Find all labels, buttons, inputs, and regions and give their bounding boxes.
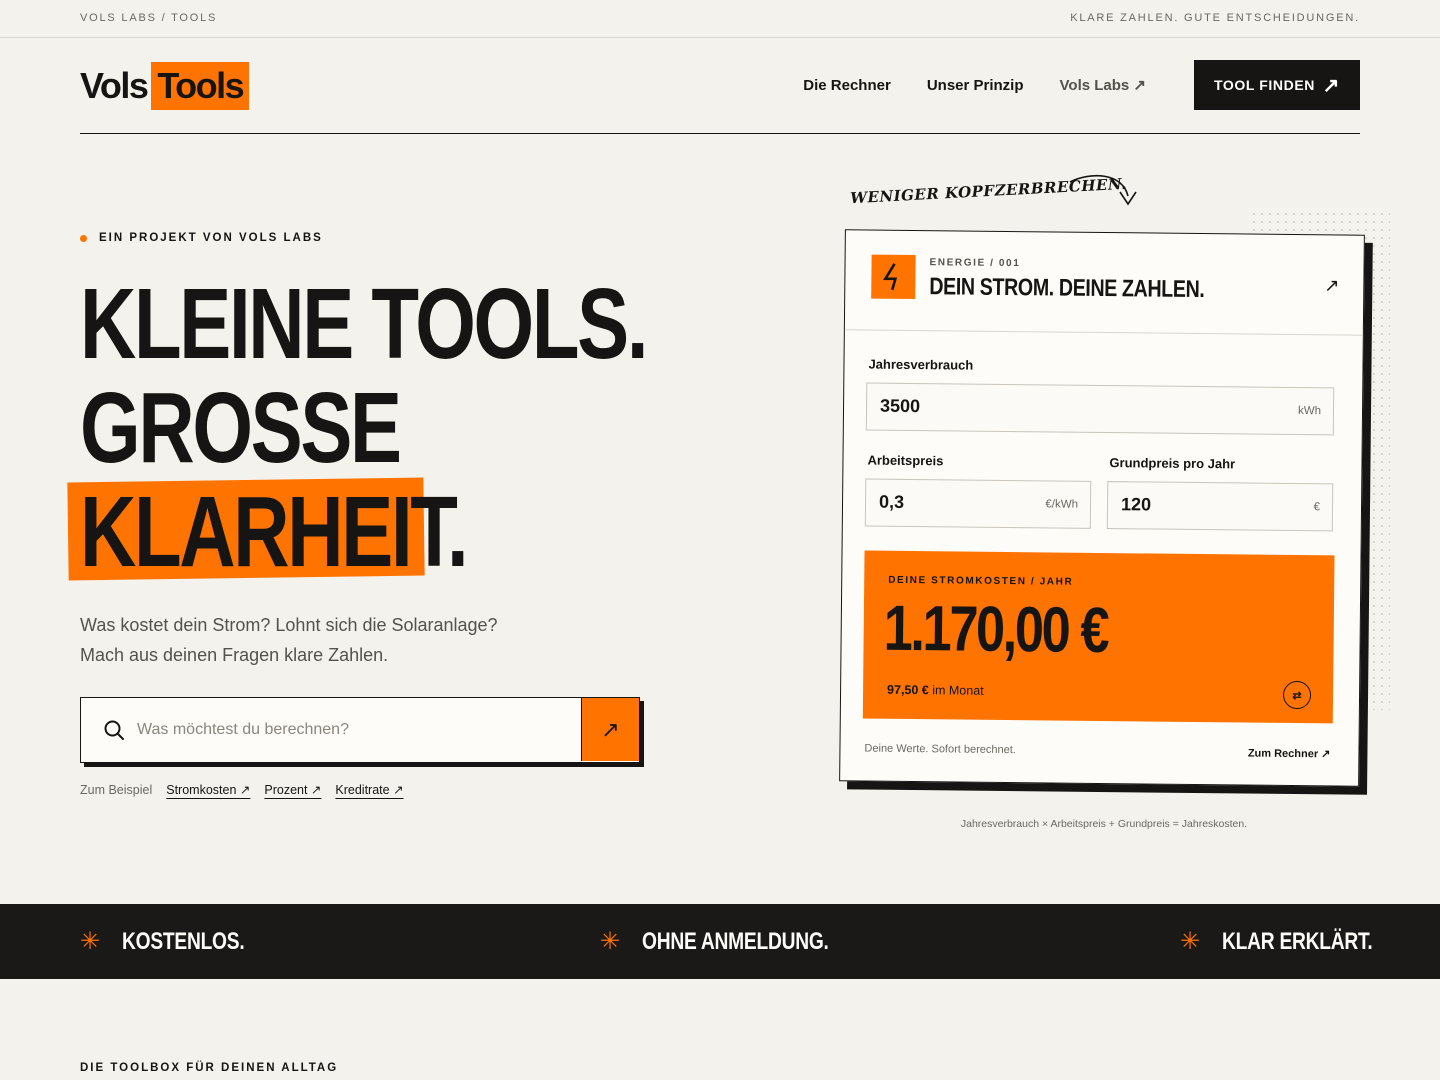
swap-icon[interactable]: ⇄ xyxy=(1282,680,1312,710)
open-external-icon[interactable]: ↗ xyxy=(1324,275,1339,296)
card-body: ENERGIE / 001 DEIN STROM. DEINE ZAHLEN. … xyxy=(839,229,1365,787)
grundpreis-label: Grundpreis pro Jahr xyxy=(1109,455,1236,472)
calculator-card: ENERGIE / 001 DEIN STROM. DEINE ZAHLEN. … xyxy=(839,229,1373,795)
search-submit-button[interactable]: ↗ xyxy=(581,698,639,761)
example-link-prozent[interactable]: Prozent ↗ xyxy=(264,782,321,797)
star-icon: ✳ xyxy=(600,928,621,955)
hero-lead-line-1: Was kostet dein Strom? Lohnt sich die So… xyxy=(80,615,498,635)
headline-line-1: KLEINE TOOLS. xyxy=(80,268,649,380)
result-monthly-suffix: im Monat xyxy=(928,683,984,698)
examples-label: Zum Beispiel xyxy=(80,782,153,797)
grundpreis-unit: € xyxy=(1313,501,1321,514)
feature-label: KOSTENLOS. xyxy=(122,927,245,955)
logo-text-vols: Vols xyxy=(80,65,149,106)
feature-label: OHNE ANMELDUNG. xyxy=(642,927,829,955)
star-icon: ✳ xyxy=(1180,928,1201,955)
headline-line-2: GROSSE xyxy=(80,372,402,484)
tool-search: ↗ xyxy=(80,697,640,763)
hero-eyebrow-text: EIN PROJEKT VON VOLS LABS xyxy=(99,232,323,244)
toolbox-section-eyebrow: DIE TOOLBOX FÜR DEINEN ALLTAG xyxy=(80,1062,339,1074)
nav-link-rechner[interactable]: Die Rechner xyxy=(803,77,891,94)
feature-item-ohne-anmeldung: ✳ OHNE ANMELDUNG. xyxy=(600,904,875,979)
nav-link-prinzip[interactable]: Unser Prinzip xyxy=(927,77,1024,94)
bolt-icon xyxy=(871,254,916,300)
grundpreis-field[interactable]: 120 € xyxy=(1106,481,1334,532)
top-bar: VOLS LABS / TOOLS KLARE ZAHLEN. GUTE ENT… xyxy=(0,0,1440,38)
star-icon: ✳ xyxy=(80,928,101,955)
jahresverbrauch-label: Jahresverbrauch xyxy=(868,356,974,373)
result-label: DEINE STROMKOSTEN / JAHR xyxy=(888,574,1074,588)
arbeitspreis-label: Arbeitspreis xyxy=(867,452,944,469)
card-kicker: ENERGIE / 001 xyxy=(929,257,1021,270)
jahresverbrauch-unit: kWh xyxy=(1297,405,1322,418)
result-monthly: 97,50 € im Monat xyxy=(887,683,984,698)
example-link-stromkosten[interactable]: Stromkosten ↗ xyxy=(166,782,250,797)
curved-arrow-icon xyxy=(1069,175,1137,206)
feature-item-klar-erklaert: ✳ KLAR ERKLÄRT. xyxy=(1180,904,1410,979)
top-bar-tagline: KLARE ZAHLEN. GUTE ENTSCHEIDUNGEN. xyxy=(1070,12,1360,24)
zum-rechner-link[interactable]: Zum Rechner ↗ xyxy=(1248,747,1331,761)
accent-dot xyxy=(80,234,87,242)
arbeitspreis-field[interactable]: 0,3 €/kWh xyxy=(864,478,1092,529)
hero-lead: Was kostet dein Strom? Lohnt sich die So… xyxy=(80,610,560,670)
card-header: ENERGIE / 001 DEIN STROM. DEINE ZAHLEN. … xyxy=(844,230,1364,336)
jahresverbrauch-field[interactable]: 3500 kWh xyxy=(865,382,1335,436)
feature-band: ✳ KOSTENLOS. ✳ OHNE ANMELDUNG. ✳ KLAR ER… xyxy=(0,904,1440,979)
headline-line-3: KLARHEIT. xyxy=(80,476,469,588)
grundpreis-value: 120 xyxy=(1120,494,1152,515)
card-title: DEIN STROM. DEINE ZAHLEN. xyxy=(929,273,1205,304)
tool-finden-button[interactable]: TOOL FINDEN ↗ xyxy=(1194,60,1360,110)
main-nav: Die Rechner Unser Prinzip Vols Labs ↗ TO… xyxy=(803,60,1360,110)
tool-finden-label: TOOL FINDEN xyxy=(1214,77,1315,93)
jahresverbrauch-value: 3500 xyxy=(879,395,921,417)
feature-label: KLAR ERKLÄRT. xyxy=(1222,927,1373,955)
nav-link-vols-labs[interactable]: Vols Labs ↗ xyxy=(1060,76,1146,94)
feature-item-kostenlos: ✳ KOSTENLOS. xyxy=(80,904,275,979)
logo[interactable]: Vols Tools xyxy=(80,62,250,110)
hero-eyebrow: EIN PROJEKT VON VOLS LABS xyxy=(80,232,323,244)
logo-text-tools: Tools xyxy=(151,62,250,110)
example-link-kreditrate[interactable]: Kreditrate ↗ xyxy=(335,782,403,797)
search-input[interactable] xyxy=(137,712,567,748)
search-examples: Zum Beispiel Stromkosten ↗ Prozent ↗ Kre… xyxy=(80,782,418,798)
search-icon xyxy=(104,720,124,740)
card-footer-note: Deine Werte. Sofort berechnet. xyxy=(864,742,1016,757)
arbeitspreis-unit: €/kWh xyxy=(1045,498,1079,511)
result-monthly-value: 97,50 € xyxy=(887,682,929,698)
formula-note: Jahresverbrauch × Arbeitspreis + Grundpr… xyxy=(960,818,1248,830)
top-bar-breadcrumb: VOLS LABS / TOOLS xyxy=(80,12,218,24)
arrow-up-right-icon: ↗ xyxy=(1322,74,1340,97)
site-header: Vols Tools Die Rechner Unser Prinzip Vol… xyxy=(80,60,1360,134)
arbeitspreis-value: 0,3 xyxy=(878,491,905,512)
result-value: 1.170,00 € xyxy=(883,591,1108,667)
hero-headline: KLEINE TOOLS. GROSSE KLARHEIT. xyxy=(80,272,806,584)
result-panel: DEINE STROMKOSTEN / JAHR 1.170,00 € 97,5… xyxy=(862,550,1335,724)
hero-lead-line-2: Mach aus deinen Fragen klare Zahlen. xyxy=(80,645,389,665)
